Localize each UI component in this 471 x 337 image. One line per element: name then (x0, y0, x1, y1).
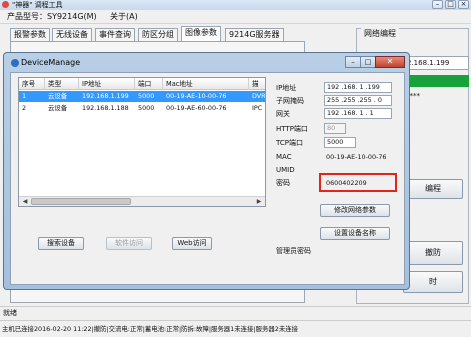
mac-value: 00-19-AE-10-00-76 (326, 153, 387, 161)
col-desc[interactable]: 描 (249, 78, 265, 90)
cell-index: 2 (22, 104, 27, 112)
http-port-label: HTTP端口 (276, 125, 308, 133)
col-ip[interactable]: IP地址 (79, 78, 135, 90)
title-bar: "神器" 调程工具 – □ × (0, 0, 471, 10)
subnet-mask-input[interactable]: 255 .255 .255 . 0 (324, 95, 392, 106)
connection-status-text: 主机已连接2016-02-20 11:22|撤防|交流电:正常|蓄电池:正常|防… (2, 325, 298, 333)
scroll-left-icon[interactable]: ◀ (20, 197, 30, 206)
dialog-close-button[interactable]: ✕ (375, 56, 405, 68)
menu-product-model[interactable]: 产品型号：SY9214G(M) (7, 10, 97, 24)
dialog-title: DeviceManage (21, 58, 81, 67)
tab-image-params[interactable]: 图像参数 (181, 26, 221, 42)
connection-status-bar: 主机已连接2016-02-20 11:22|撤防|交流电:正常|蓄电池:正常|防… (0, 320, 471, 337)
cell-desc: DVR (252, 92, 266, 100)
tab-event-query[interactable]: 事件查询 (95, 28, 135, 41)
umid-label: UMID (276, 166, 295, 174)
web-access-button[interactable]: Web访问 (172, 237, 212, 250)
scrollbar-thumb[interactable] (31, 198, 131, 205)
scroll-right-icon[interactable]: ▶ (254, 197, 264, 206)
network-group-title: 网络编程 (361, 28, 399, 39)
dialog-maximize-button[interactable]: □ (360, 56, 376, 68)
dialog-app-icon (11, 59, 19, 67)
cell-type: 云设备 (48, 104, 68, 112)
table-row[interactable]: 1 云设备 192.168.1.199 5000 00-19-AE-10-00-… (19, 91, 265, 102)
set-device-name-button[interactable]: 设置设备名称 (320, 227, 390, 240)
software-access-button[interactable]: 软件访问 (106, 237, 152, 250)
connection-status-indicator: 器 (403, 75, 469, 87)
minimize-button[interactable]: – (432, 0, 443, 9)
maximize-button[interactable]: □ (445, 0, 456, 9)
password-highlight-box (319, 173, 397, 192)
right-ip-field[interactable]: 2.168.1.199 (403, 56, 469, 70)
status-ready: 就绪 (3, 309, 17, 317)
ip-label: IP地址 (276, 84, 297, 92)
http-port-input[interactable]: 80 (324, 123, 346, 134)
dialog-minimize-button[interactable]: – (345, 56, 361, 68)
close-button[interactable]: × (458, 0, 469, 9)
cell-ip: 192.168.1.199 (82, 92, 129, 100)
disarm-button[interactable]: 撤防 (403, 241, 463, 265)
col-type[interactable]: 类型 (45, 78, 79, 90)
col-mac[interactable]: Mac地址 (163, 78, 249, 90)
cell-desc: IPC (252, 104, 263, 112)
time-button[interactable]: 时 (403, 271, 463, 293)
table-header: 序号 类型 IP地址 端口 Mac地址 描 (19, 78, 265, 90)
col-index[interactable]: 序号 (19, 78, 45, 90)
col-port[interactable]: 端口 (135, 78, 163, 90)
password-label: 密码 (276, 179, 290, 187)
window-title: "神器" 调程工具 (12, 1, 63, 9)
cell-port: 5000 (138, 104, 155, 112)
menu-bar: 产品型号：SY9214G(M) 关于(A) (0, 10, 471, 24)
cell-index: 1 (22, 92, 27, 100)
status-bar: 就绪 (0, 306, 471, 320)
horizontal-scrollbar[interactable]: ◀ ▶ (19, 196, 265, 206)
tab-wireless-devices[interactable]: 无线设备 (52, 28, 92, 41)
cell-mac: 00-19-AE-10-00-76 (166, 92, 227, 100)
right-password-mask: **** (406, 92, 420, 100)
device-table: 序号 类型 IP地址 端口 Mac地址 描 1 云设备 192.168.1.19… (18, 77, 266, 207)
subnet-mask-label: 子网掩码 (276, 97, 304, 105)
modify-network-params-button[interactable]: 修改网络参数 (320, 204, 390, 217)
tab-alarm-params[interactable]: 报警参数 (10, 28, 50, 41)
cell-ip: 192.168.1.188 (82, 104, 129, 112)
table-row[interactable]: 2 云设备 192.168.1.188 5000 00-19-AE-60-00-… (19, 103, 265, 114)
tab-zone-group[interactable]: 防区分组 (138, 28, 178, 41)
app-icon (2, 1, 9, 8)
cell-mac: 00-19-AE-60-00-76 (166, 104, 227, 112)
gateway-label: 网关 (276, 110, 290, 118)
search-device-button[interactable]: 搜索设备 (38, 237, 84, 250)
mac-label: MAC (276, 153, 292, 161)
gateway-input[interactable]: 192 .168. 1 . 1 (324, 108, 392, 119)
tcp-port-label: TCP端口 (276, 139, 303, 147)
cell-port: 5000 (138, 92, 155, 100)
cell-type: 云设备 (48, 92, 68, 100)
program-button[interactable]: 编程 (403, 179, 463, 199)
ip-input[interactable]: 192 .168. 1 .199 (324, 82, 392, 93)
admin-password-label: 管理员密码 (276, 247, 311, 255)
tab-9214g-server[interactable]: 9214G服务器 (225, 28, 284, 41)
menu-about[interactable]: 关于(A) (110, 10, 138, 24)
tcp-port-input[interactable]: 5000 (324, 137, 356, 148)
